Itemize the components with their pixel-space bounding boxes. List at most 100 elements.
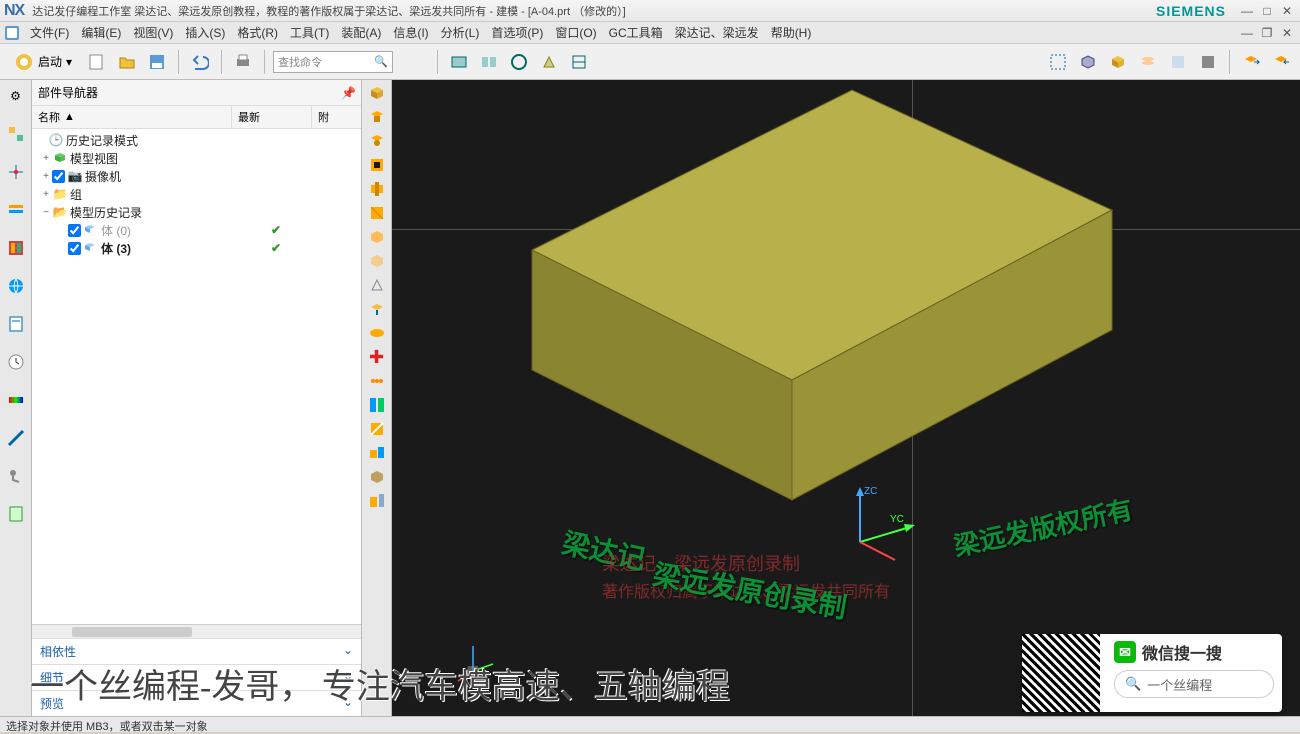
feat-btn-3[interactable] — [365, 130, 389, 152]
wcs-button[interactable] — [1195, 49, 1221, 75]
menu-info[interactable]: 信息(I) — [387, 22, 434, 43]
sheet-icon[interactable] — [4, 502, 28, 526]
feat-btn-4[interactable] — [365, 154, 389, 176]
constraint-icon[interactable] — [4, 160, 28, 184]
expand-icon[interactable]: + — [40, 153, 52, 164]
wechat-promo: ✉ 微信搜一搜 🔍 一个丝编程 — [1022, 634, 1282, 712]
feat-btn-10[interactable] — [365, 298, 389, 320]
minimize-button[interactable]: — — [1238, 3, 1256, 19]
video-caption: 一个丝编程-发哥， 专注汽车模高速、五轴编程 — [30, 659, 730, 708]
feat-btn-8[interactable] — [365, 250, 389, 272]
menu-assembly[interactable]: 装配(A) — [335, 22, 387, 43]
menu-file[interactable]: 文件(F) — [24, 22, 75, 43]
col-latest[interactable]: 最新 — [232, 106, 312, 128]
menu-insert[interactable]: 插入(S) — [179, 22, 231, 43]
menu-tools[interactable]: 工具(T) — [284, 22, 335, 43]
web-icon[interactable] — [4, 274, 28, 298]
view-btn-4[interactable] — [536, 49, 562, 75]
feat-btn-12[interactable]: ✚ — [365, 346, 389, 368]
doc-close-button[interactable]: ✕ — [1278, 25, 1296, 41]
feat-btn-6[interactable] — [365, 202, 389, 224]
feat-btn-15[interactable] — [365, 418, 389, 440]
reuse-icon[interactable] — [4, 236, 28, 260]
save-button[interactable] — [144, 49, 170, 75]
feat-btn-2[interactable] — [365, 106, 389, 128]
chevron-down-icon: ▾ — [66, 55, 72, 69]
body0-checkbox[interactable] — [68, 224, 81, 237]
robot-icon[interactable] — [4, 464, 28, 488]
body-icon — [83, 223, 99, 237]
doc-minimize-button[interactable]: — — [1238, 25, 1256, 41]
camera-icon: 📷 — [67, 169, 83, 183]
navigator-hscroll[interactable] — [32, 624, 361, 638]
menu-window[interactable]: 窗口(O) — [549, 22, 602, 43]
part-navigator: 部件导航器 📌 名称 ▲ 最新 附 🕒 历史记录模式 + 模型视图 + 📷 — [32, 80, 362, 716]
view-btn-1[interactable] — [446, 49, 472, 75]
history-icon[interactable] — [4, 312, 28, 336]
feat-btn-9[interactable] — [365, 274, 389, 296]
col-name[interactable]: 名称 ▲ — [32, 106, 232, 128]
body3-checkbox[interactable] — [68, 242, 81, 255]
close-button[interactable]: ✕ — [1278, 3, 1296, 19]
collapse-icon[interactable]: − — [40, 207, 52, 218]
menu-view[interactable]: 视图(V) — [127, 22, 179, 43]
feat-btn-1[interactable] — [365, 82, 389, 104]
feat-btn-18[interactable] — [365, 490, 389, 512]
expand-icon[interactable]: + — [40, 171, 52, 182]
assembly-nav-icon[interactable] — [4, 122, 28, 146]
menu-gctoolbox[interactable]: GC工具箱 — [603, 22, 669, 43]
maximize-button[interactable]: □ — [1258, 3, 1276, 19]
view-btn-3[interactable] — [506, 49, 532, 75]
col-attach[interactable]: 附 — [312, 106, 361, 128]
undo-button[interactable] — [187, 49, 213, 75]
view-btn-2[interactable] — [476, 49, 502, 75]
feat-btn-11[interactable] — [365, 322, 389, 344]
open-button[interactable] — [114, 49, 140, 75]
print-button[interactable] — [230, 49, 256, 75]
wechat-icon: ✉ — [1114, 641, 1136, 663]
doc-restore-button[interactable]: ❐ — [1258, 25, 1276, 41]
gear-icon[interactable]: ⚙ — [4, 84, 28, 108]
view-btn-5[interactable] — [566, 49, 592, 75]
tree-row-group[interactable]: + 📁 组 — [32, 185, 361, 203]
menu-help[interactable]: 帮助(H) — [765, 22, 818, 43]
tree-row-model-history[interactable]: − 📂 模型历史记录 — [32, 203, 361, 221]
export-button[interactable] — [1238, 49, 1264, 75]
feat-btn-17[interactable] — [365, 466, 389, 488]
3d-viewport[interactable]: ZC YC 梁达记 梁远发版权所有 梁达记、梁远发原创录制 著作版权归属于梁达记… — [392, 80, 1300, 716]
clock-icon[interactable] — [4, 350, 28, 374]
import-button[interactable] — [1268, 49, 1294, 75]
tree-row-body3[interactable]: 体 (3) ✔ — [32, 239, 361, 257]
pin-icon[interactable]: 📌 — [341, 86, 355, 100]
feat-btn-14[interactable] — [365, 394, 389, 416]
tree-row-camera[interactable]: + 📷 摄像机 — [32, 167, 361, 185]
feat-btn-5[interactable] — [365, 178, 389, 200]
part-nav-icon[interactable] — [4, 198, 28, 222]
measure-icon[interactable] — [4, 426, 28, 450]
shade-button[interactable] — [1075, 49, 1101, 75]
feat-btn-7[interactable] — [365, 226, 389, 248]
menu-author[interactable]: 梁达记、梁远发 — [669, 22, 765, 43]
wechat-search[interactable]: 🔍 一个丝编程 — [1114, 670, 1274, 698]
navigator-tree[interactable]: 🕒 历史记录模式 + 模型视图 + 📷 摄像机 + 📁 组 − 📂 — [32, 129, 361, 624]
render-icon[interactable] — [4, 388, 28, 412]
iso-button[interactable] — [1105, 49, 1131, 75]
menu-prefs[interactable]: 首选项(P) — [485, 22, 549, 43]
fit-button[interactable] — [1045, 49, 1071, 75]
expand-icon[interactable]: + — [40, 189, 52, 200]
command-search[interactable]: 查找命令 🔍 — [273, 51, 393, 73]
title-bar: NX 达记发仔编程工作室 梁达记、梁远发原创教程，教程的著作版权属于梁达记、梁远… — [0, 0, 1300, 22]
menu-analysis[interactable]: 分析(L) — [435, 22, 486, 43]
start-button[interactable]: 启动 ▾ — [6, 50, 80, 74]
tree-row-history-mode[interactable]: 🕒 历史记录模式 — [32, 131, 361, 149]
layer-button[interactable] — [1135, 49, 1161, 75]
menu-format[interactable]: 格式(R) — [231, 22, 284, 43]
feat-btn-16[interactable] — [365, 442, 389, 464]
tree-row-body0[interactable]: 体 (0) ✔ — [32, 221, 361, 239]
clip-button[interactable] — [1165, 49, 1191, 75]
feat-btn-13[interactable] — [365, 370, 389, 392]
new-button[interactable] — [84, 49, 110, 75]
tree-row-model-view[interactable]: + 模型视图 — [32, 149, 361, 167]
camera-checkbox[interactable] — [52, 170, 65, 183]
menu-edit[interactable]: 编辑(E) — [75, 22, 127, 43]
